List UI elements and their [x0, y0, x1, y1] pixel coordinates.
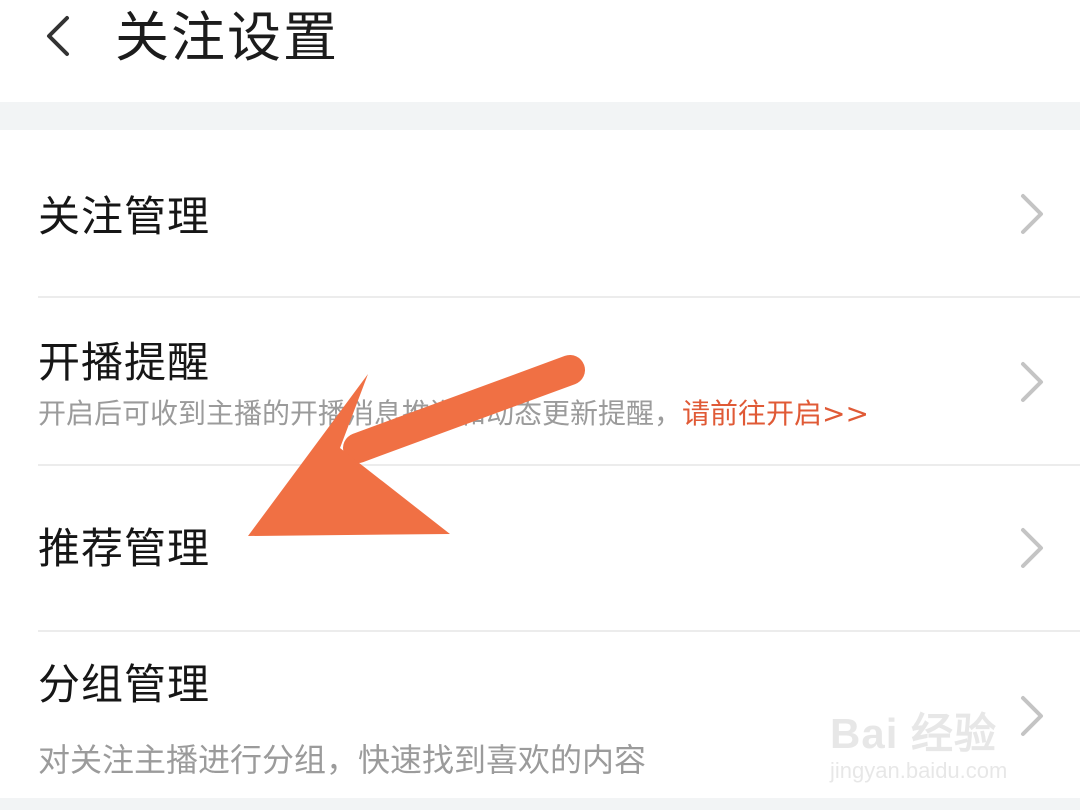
back-button[interactable] [26, 8, 90, 64]
page-title: 关注设置 [115, 6, 339, 69]
chevron-right-icon [1021, 696, 1043, 736]
list-item-recommendation-management[interactable]: 推荐管理 [0, 466, 1080, 630]
list-item-label: 关注管理 [38, 192, 211, 241]
list-item-description: 对关注主播进行分组，快速找到喜欢的内容 [38, 741, 647, 779]
chevron-left-icon [47, 16, 69, 56]
top-bar: 关注设置 [0, 0, 1080, 102]
chevron-right-icon [1021, 194, 1043, 234]
bottom-band [0, 798, 1080, 810]
list-item-description: 开启后可收到主播的开播消息推送和动态更新提醒，请前往开启>> [38, 396, 869, 432]
list-item-follow-management[interactable]: 关注管理 [0, 130, 1080, 296]
list-item-group-management[interactable]: 分组管理 对关注主播进行分组，快速找到喜欢的内容 [0, 632, 1080, 798]
enable-link[interactable]: 请前往开启>> [682, 397, 869, 430]
description-text: 开启后可收到主播的开播消息推送和动态更新提醒， [38, 397, 683, 430]
chevron-right-icon [1021, 528, 1043, 568]
list-item-label: 推荐管理 [38, 524, 211, 573]
chevron-right-icon [1021, 362, 1043, 402]
section-gap [0, 102, 1080, 130]
list-item-label: 开播提醒 [38, 338, 211, 387]
list-item-label: 分组管理 [38, 660, 211, 709]
list-item-live-reminder[interactable]: 开播提醒 开启后可收到主播的开播消息推送和动态更新提醒，请前往开启>> [0, 298, 1080, 464]
